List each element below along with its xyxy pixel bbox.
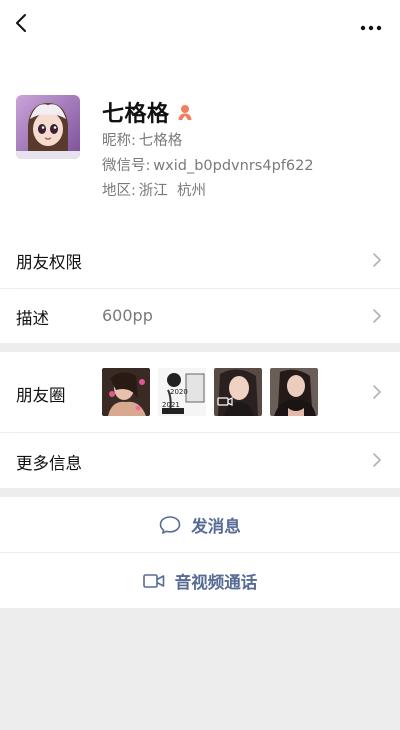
video-call-content: 音视频通话	[0, 553, 400, 608]
more-button[interactable]	[354, 6, 388, 40]
description-label: 描述	[16, 309, 49, 328]
display-name: 七格格	[102, 102, 170, 127]
profile-header: 七格格 昵称: 七格格 微信号: wxid_b0pdvnrs4pf622 地区:…	[0, 46, 400, 232]
name-row: 七格格	[102, 96, 194, 128]
video-call-label: 音视频通话	[174, 572, 258, 592]
region-label: 地区:	[102, 183, 136, 199]
friend-permissions-label: 朋友权限	[16, 253, 82, 272]
moments-thumbnail	[214, 368, 262, 416]
female-icon	[176, 103, 194, 121]
send-message-button[interactable]: 发消息	[0, 497, 400, 552]
more-info-label: 更多信息	[16, 454, 82, 473]
avatar[interactable]	[16, 95, 80, 159]
back-button[interactable]	[6, 6, 40, 40]
wechat-id-value: wxid_b0pdvnrs4pf622	[153, 158, 314, 174]
thumbnail-caption-2021: 2021	[162, 401, 180, 409]
description-cell[interactable]: 描述 600pp	[0, 289, 400, 343]
region-line: 地区: 浙江 杭州	[102, 179, 206, 200]
avatar-image	[16, 95, 80, 159]
contact-profile-page: 七格格 昵称: 七格格 微信号: wxid_b0pdvnrs4pf622 地区:…	[0, 0, 400, 730]
chat-bubble-icon	[159, 515, 181, 534]
friend-permissions-cell[interactable]: 朋友权限	[0, 232, 400, 288]
chevron-right-icon	[373, 309, 381, 323]
moments-thumbnail	[102, 368, 150, 416]
wechat-id-label: 微信号:	[102, 158, 151, 174]
photo-image	[102, 368, 150, 416]
description-value: 600pp	[102, 306, 153, 325]
more-info-cell[interactable]: 更多信息	[0, 433, 400, 488]
nickname-value: 七格格	[138, 133, 183, 149]
top-bar	[0, 0, 400, 46]
photo-image	[214, 368, 262, 416]
chevron-right-icon	[373, 385, 381, 399]
nickname-label: 昵称:	[102, 133, 136, 149]
thumbnail-caption-2020: 2020	[170, 388, 188, 396]
send-message-label: 发消息	[191, 516, 241, 536]
wechat-id-line: 微信号: wxid_b0pdvnrs4pf622	[102, 154, 314, 175]
chevron-left-icon	[16, 14, 26, 32]
send-message-content: 发消息	[0, 497, 400, 552]
chevron-right-icon	[373, 253, 381, 267]
ellipsis-icon	[360, 25, 382, 31]
moments-thumbnail: 2020 2021	[158, 368, 206, 416]
moments-cell[interactable]: 朋友圈 2020 2021	[0, 352, 400, 432]
moments-thumbnail	[270, 368, 318, 416]
moments-label: 朋友圈	[16, 386, 66, 405]
region-value: 浙江 杭州	[138, 183, 207, 199]
chevron-right-icon	[373, 453, 381, 467]
video-camera-icon	[142, 573, 165, 588]
nickname-line: 昵称: 七格格	[102, 129, 182, 150]
video-call-button[interactable]: 音视频通话	[0, 553, 400, 608]
photo-image	[270, 368, 318, 416]
